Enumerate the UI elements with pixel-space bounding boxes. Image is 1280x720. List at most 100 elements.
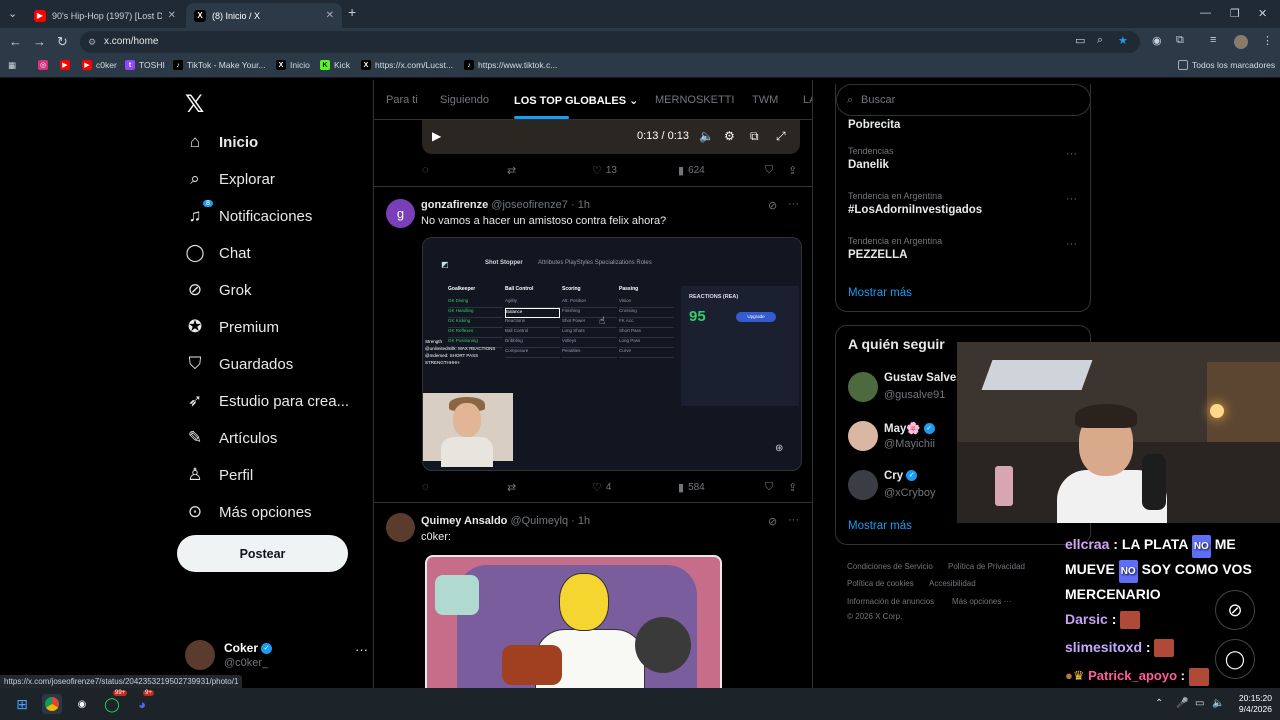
footer-accessibility-link[interactable]: Accesibilidad (929, 579, 976, 588)
menu-kebab-icon[interactable]: ⋮ (1262, 34, 1273, 47)
chat-fab-icon[interactable]: ◯ (1215, 639, 1255, 679)
account-switcher[interactable]: Coker ✓ @c0ker_ ··· (185, 638, 370, 674)
nav-grok[interactable]: ⊘ Grok (185, 280, 252, 300)
tab-list-icon[interactable]: ⌄ (8, 7, 17, 20)
repost-button[interactable]: ⇄ (507, 481, 520, 494)
close-tab-icon[interactable]: ✕ (326, 10, 334, 21)
share-button[interactable]: ⇪ (788, 164, 801, 177)
more-icon[interactable]: ··· (1066, 193, 1077, 205)
minimize-icon[interactable]: — (1200, 7, 1211, 19)
tab-mernosketti[interactable]: MERNOSKETTI (655, 94, 734, 106)
post-image[interactable] (425, 555, 722, 688)
avatar[interactable] (386, 513, 415, 542)
pip-icon[interactable]: ⧉ (750, 129, 759, 144)
microphone-icon[interactable]: 🎤 (1176, 698, 1188, 709)
bookmark-button[interactable]: ⛉ (765, 164, 777, 177)
bookmark-toshi[interactable]: t TOSHI (125, 60, 165, 70)
more-icon[interactable]: ··· (788, 198, 799, 210)
close-window-icon[interactable]: ✕ (1258, 7, 1267, 20)
chrome-icon[interactable] (42, 694, 62, 714)
obs-icon[interactable]: ◉ (72, 694, 92, 714)
network-icon[interactable]: ▭ (1195, 698, 1204, 709)
grok-fab-icon[interactable]: ⊘ (1215, 590, 1255, 630)
extension-icon[interactable]: ◉ (1152, 34, 1162, 47)
video-player[interactable]: ▶ 0:13 / 0:13 🔈 ⚙ ⧉ ⤢ (422, 120, 800, 154)
profile-avatar-icon[interactable] (1234, 35, 1248, 49)
nav-notificaciones[interactable]: ♫ 8 Notificaciones (185, 200, 312, 226)
footer-more-link[interactable]: Más opciones ··· (952, 597, 1012, 606)
nav-articulos[interactable]: ✎ Artículos (185, 428, 277, 448)
address-bar[interactable]: ⚙ x.com/home (80, 31, 1140, 53)
post-time[interactable]: 1h (578, 515, 590, 527)
reload-icon[interactable]: ↻ (57, 34, 68, 50)
forward-icon[interactable]: → (33, 34, 46, 49)
nav-estudio[interactable]: ➶ Estudio para crea... (185, 391, 349, 411)
show-more-link[interactable]: Mostrar más (848, 287, 912, 299)
views-button[interactable]: ▮ 624 (678, 164, 705, 177)
footer-privacy-link[interactable]: Política de Privacidad (948, 562, 1025, 571)
more-icon[interactable]: ··· (355, 642, 368, 657)
tab-siguiendo[interactable]: Siguiendo (440, 94, 489, 106)
tab-youtube[interactable]: ▶ 90's Hip-Hop (1997) [Lost Demo ✕ (26, 3, 184, 28)
post[interactable]: g gonzafirenze @joseofirenze7 · 1h ⊘ ···… (374, 186, 812, 503)
trend-item[interactable]: Tendencias Danelik (848, 146, 894, 171)
nav-explorar[interactable]: ⌕ Explorar (185, 169, 275, 189)
footer-ads-link[interactable]: Información de anuncios (847, 597, 934, 606)
nav-chat[interactable]: ◯ Chat (185, 243, 250, 263)
bookmark-c0ker[interactable]: ▶ c0ker (82, 60, 117, 70)
tab-para-ti[interactable]: Para ti (386, 94, 418, 106)
volume-icon[interactable]: 🔈 (699, 129, 714, 143)
more-icon[interactable]: ··· (1066, 148, 1077, 160)
close-tab-icon[interactable]: ✕ (168, 10, 176, 21)
post-image[interactable]: ◩ Shot Stopper Attributes PlayStyles Spe… (422, 237, 802, 471)
post-time[interactable]: 1h (578, 199, 590, 211)
x-logo-icon[interactable]: 𝕏 (185, 90, 204, 119)
system-clock[interactable]: 20:15:20 9/4/2026 (1228, 693, 1272, 715)
more-icon[interactable]: ··· (1066, 238, 1077, 250)
trend-item[interactable]: Tendencia en Argentina #LosAdorniInvestig… (848, 191, 982, 216)
post-author-handle[interactable]: @joseofirenze7 (491, 199, 568, 211)
like-button[interactable]: ♡ 13 (592, 164, 617, 177)
grok-icon[interactable]: ⊘ (768, 515, 777, 528)
bookmark-x-lucst[interactable]: Xhttps://x.com/Lucst... (361, 60, 453, 70)
nav-perfil[interactable]: ♙ Perfil (185, 465, 253, 485)
tab-los-top-globales[interactable]: LOS TOP GLOBALES ⌄ (514, 94, 638, 107)
tab-x-home[interactable]: X (8) Inicio / X ✕ (186, 3, 342, 28)
media-icon[interactable]: ≡ (1210, 34, 1216, 46)
avatar[interactable]: g (386, 199, 415, 228)
windows-start-icon[interactable]: ⊞ (12, 694, 32, 714)
zoom-icon[interactable]: ⌕ (1097, 34, 1103, 47)
bookmark-instagram[interactable]: ◎ (38, 60, 52, 70)
discord-icon[interactable]: ◕ 9+ (132, 690, 154, 714)
reply-button[interactable]: ◌ (422, 481, 433, 493)
footer-terms-link[interactable]: Condiciones de Servicio (847, 562, 933, 571)
post-author-handle[interactable]: @Quimeylq (510, 515, 568, 527)
bookmark-button[interactable]: ⛉ (765, 481, 777, 494)
tray-chevron-icon[interactable]: ⌃ (1155, 698, 1163, 709)
post-author-name[interactable]: gonzafirenze (421, 199, 488, 211)
whatsapp-icon[interactable]: ◯ 99+ (102, 690, 128, 714)
bookmark-inicio[interactable]: X Inicio (276, 60, 310, 70)
tab-la[interactable]: LA (803, 94, 812, 106)
all-bookmarks[interactable]: Todos los marcadores (1178, 60, 1275, 70)
site-info-icon[interactable]: ⚙ (88, 31, 96, 53)
bookmark-youtube[interactable]: ▶ (60, 60, 74, 70)
install-icon[interactable]: ▭ (1075, 34, 1085, 47)
grok-edit-icon[interactable]: ⊛ (775, 443, 783, 454)
views-button[interactable]: ▮ 584 (678, 481, 705, 494)
play-icon[interactable]: ▶ (432, 129, 441, 143)
fullscreen-icon[interactable]: ⤢ (776, 129, 786, 144)
post-button[interactable]: Postear (177, 535, 348, 572)
volume-icon[interactable]: 🔈 (1212, 698, 1224, 709)
tab-twm[interactable]: TWM (752, 94, 778, 106)
back-icon[interactable]: ← (9, 34, 22, 49)
bookmark-kick[interactable]: K Kick (320, 60, 350, 70)
grok-icon[interactable]: ⊘ (768, 199, 777, 212)
bookmark-tiktok-url[interactable]: ♪ https://www.tiktok.c... (464, 60, 557, 70)
reply-button[interactable]: ◌ (422, 164, 433, 176)
like-button[interactable]: ♡ 4 (592, 481, 611, 494)
post[interactable]: Quimey Ansaldo @Quimeylq · 1h ⊘ ··· c0ke… (374, 502, 812, 688)
new-tab-button[interactable]: + (348, 4, 356, 20)
share-button[interactable]: ⇪ (788, 481, 801, 494)
extensions-puzzle-icon[interactable]: ⧉ (1176, 34, 1184, 47)
